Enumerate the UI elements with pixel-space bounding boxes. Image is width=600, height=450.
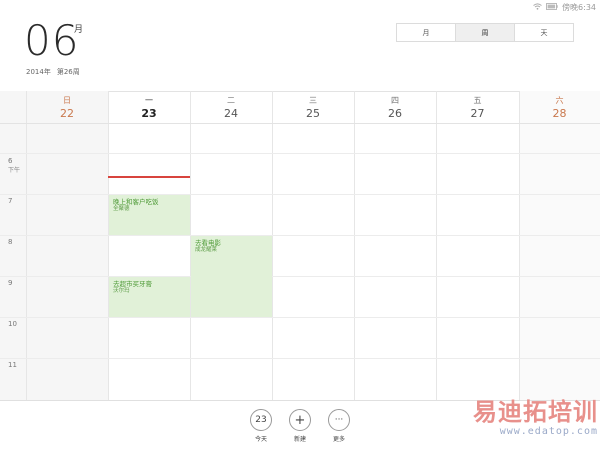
hour-number: 6: [8, 157, 13, 165]
time-gutter: [0, 91, 26, 401]
day-header-wednesday[interactable]: 三 25: [272, 91, 354, 123]
day-header-friday[interactable]: 五 27: [436, 91, 519, 123]
tab-week[interactable]: 周: [455, 24, 514, 41]
status-time: 傍晚6:34: [562, 2, 596, 12]
hour-label-10: 10: [8, 320, 17, 329]
date-number: 22: [60, 107, 74, 120]
status-bar: 傍晚6:34: [533, 0, 600, 14]
calendar-today-icon: 23: [250, 409, 272, 431]
tab-day[interactable]: 天: [514, 24, 573, 41]
month-char: 月: [74, 25, 84, 35]
event-title: 去超市买牙膏: [113, 280, 152, 288]
plus-icon: +: [289, 409, 311, 431]
hour-number: 9: [8, 279, 13, 287]
new-label: 新建: [293, 436, 306, 443]
hour-number: 10: [8, 320, 17, 328]
hour-label-9: 9: [8, 279, 12, 288]
watermark: 易迪拓培训 www.edatop.com: [438, 398, 598, 437]
hour-label-6: 6 下午: [8, 157, 20, 175]
weekday-label: 四: [391, 96, 399, 105]
date-number: 24: [224, 107, 238, 120]
new-event-button[interactable]: + 新建: [285, 409, 315, 443]
plus-glyph: +: [294, 412, 306, 428]
watermark-url: www.edatop.com: [499, 426, 598, 437]
today-button[interactable]: 23 今天: [246, 409, 276, 443]
week-label: 第26周: [56, 68, 80, 76]
battery-icon: [546, 2, 558, 12]
hour-number: 7: [8, 197, 13, 205]
more-dots-icon: ···: [328, 409, 350, 431]
date-number: 27: [470, 107, 485, 120]
tab-month[interactable]: 月: [397, 24, 455, 41]
event-movie[interactable]: 去看电影 成龙耀莱: [191, 236, 272, 317]
current-time-indicator: [108, 176, 190, 178]
date-number: 28: [552, 107, 567, 120]
event-title: 去看电影: [195, 239, 221, 247]
dots-glyph: ···: [334, 415, 344, 425]
view-switcher: 月 周 天: [396, 23, 574, 42]
hour-number: 11: [8, 361, 17, 369]
watermark-text: 易迪拓培训: [473, 398, 598, 426]
weekday-label: 二: [227, 96, 235, 105]
more-button[interactable]: ··· 更多: [324, 409, 354, 443]
today-label: 今天: [254, 436, 267, 443]
event-location: 沃尔玛: [113, 288, 130, 294]
day-header-thursday[interactable]: 四 26: [354, 91, 436, 123]
day-header-tuesday[interactable]: 二 24: [190, 91, 272, 123]
event-location: 成龙耀莱: [195, 247, 218, 253]
hour-period: 下午: [8, 167, 21, 174]
event-supermarket[interactable]: 去超市买牙膏 沃尔玛: [109, 277, 190, 317]
hour-label-7: 7: [8, 197, 12, 206]
event-location: 全聚德: [113, 206, 130, 212]
weekday-label: 六: [555, 96, 564, 105]
weekday-label: 五: [473, 96, 482, 105]
date-number: 25: [306, 107, 320, 120]
day-header-saturday[interactable]: 六 28: [519, 91, 600, 123]
hour-label-8: 8: [8, 238, 12, 247]
year-week-label: 2014年 第26周: [26, 67, 80, 77]
day-header-monday[interactable]: 一 23: [108, 91, 190, 123]
weekday-label: 一: [145, 96, 153, 105]
wifi-icon: [533, 2, 542, 12]
sunday-column-shade: [26, 91, 108, 401]
day-header-sunday[interactable]: 日 22: [26, 91, 108, 123]
date-number: 23: [141, 107, 157, 120]
today-number: 23: [255, 415, 267, 425]
hour-label-11: 11: [8, 361, 17, 370]
weekday-label: 日: [63, 96, 71, 105]
event-dinner[interactable]: 晚上和客户吃饭 全聚德: [109, 195, 190, 235]
month-number: 06: [24, 16, 80, 65]
year-label: 2014年: [26, 68, 51, 76]
weekday-label: 三: [309, 96, 317, 105]
saturday-column-shade: [519, 91, 600, 401]
date-number: 26: [388, 107, 402, 120]
week-calendar-grid: 日 22 一 23 二 24 三 25 四 26 五 27 六 28 6 下午 …: [0, 91, 600, 401]
event-title: 晚上和客户吃饭: [113, 198, 159, 206]
more-label: 更多: [332, 436, 345, 443]
hour-number: 8: [8, 238, 13, 246]
